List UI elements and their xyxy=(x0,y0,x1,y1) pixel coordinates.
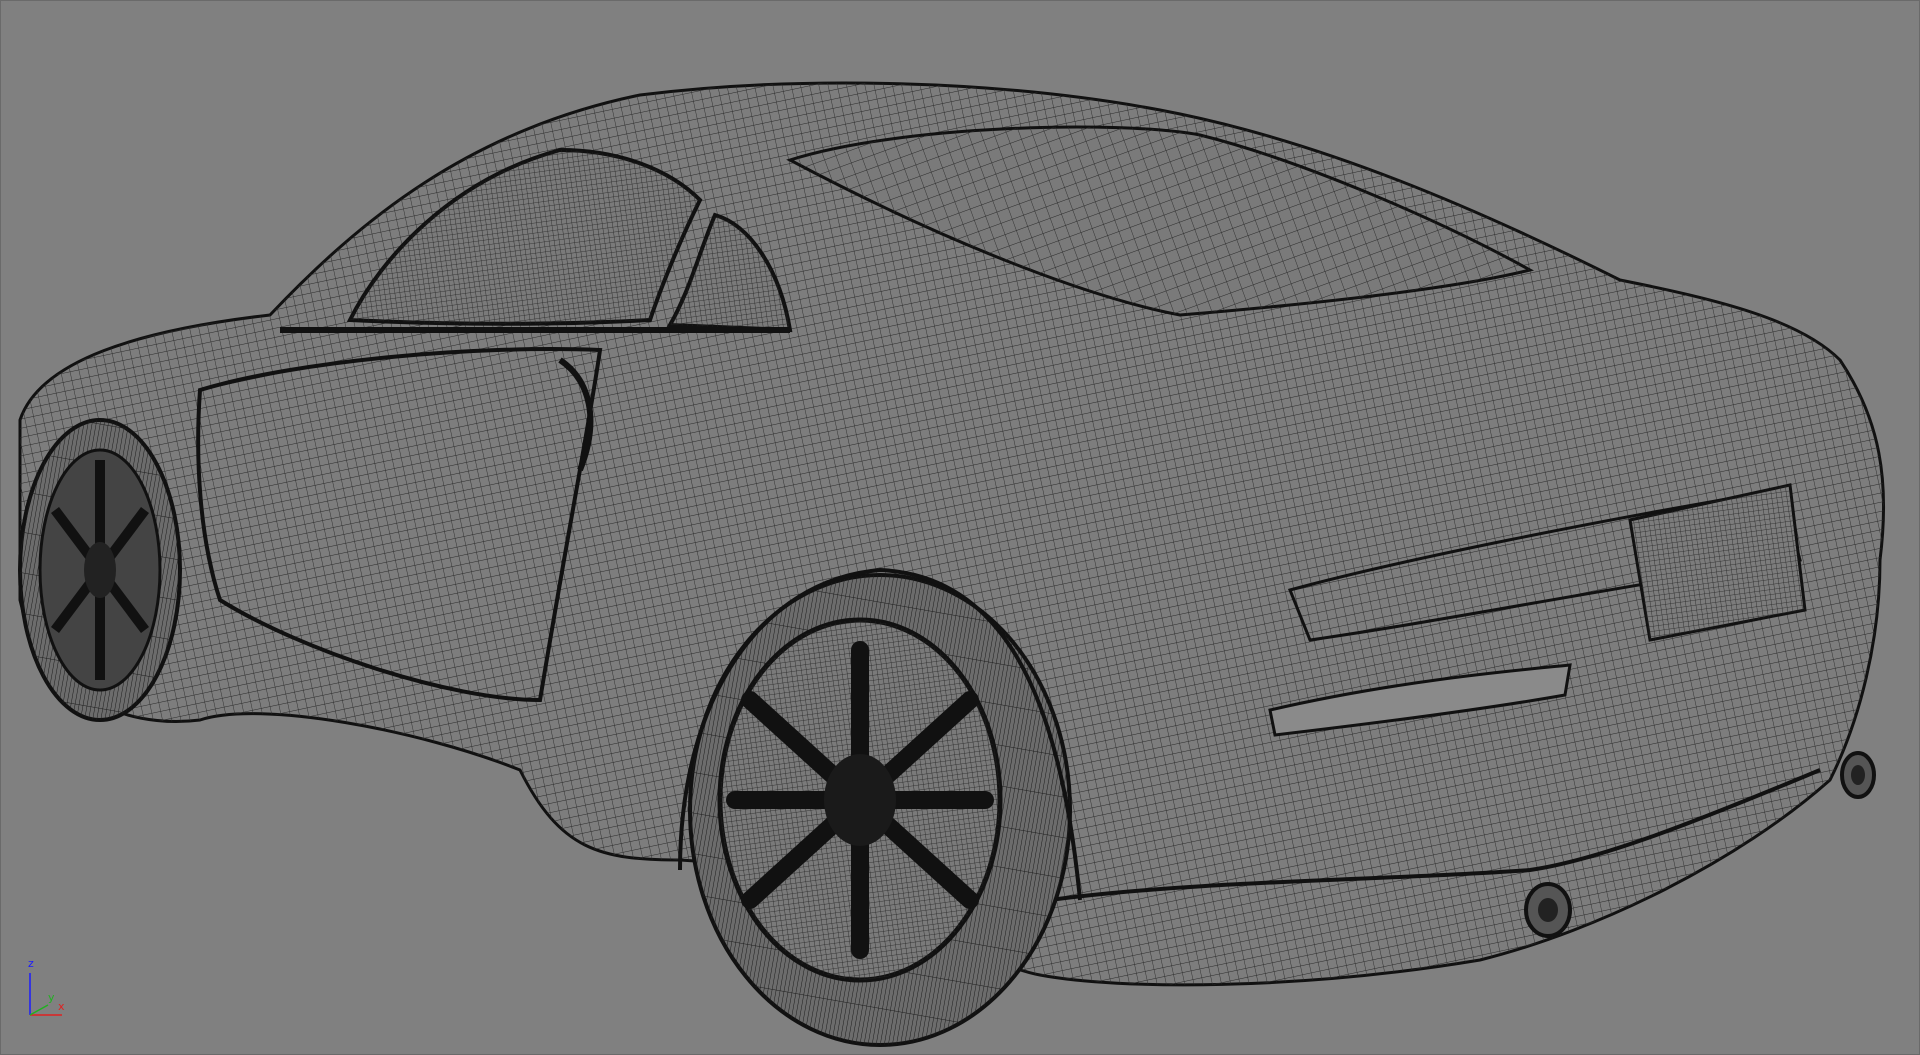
y-axis-label: y xyxy=(48,991,55,1004)
z-axis-label: z xyxy=(28,957,34,970)
3d-viewport[interactable]: z x y xyxy=(0,0,1920,1055)
x-axis-label: x xyxy=(58,1000,65,1013)
y-axis-line xyxy=(29,1004,49,1016)
car-wireframe-model xyxy=(18,81,1886,1047)
axis-gizmo: z x y xyxy=(28,957,65,1016)
front-wheel xyxy=(18,418,182,722)
